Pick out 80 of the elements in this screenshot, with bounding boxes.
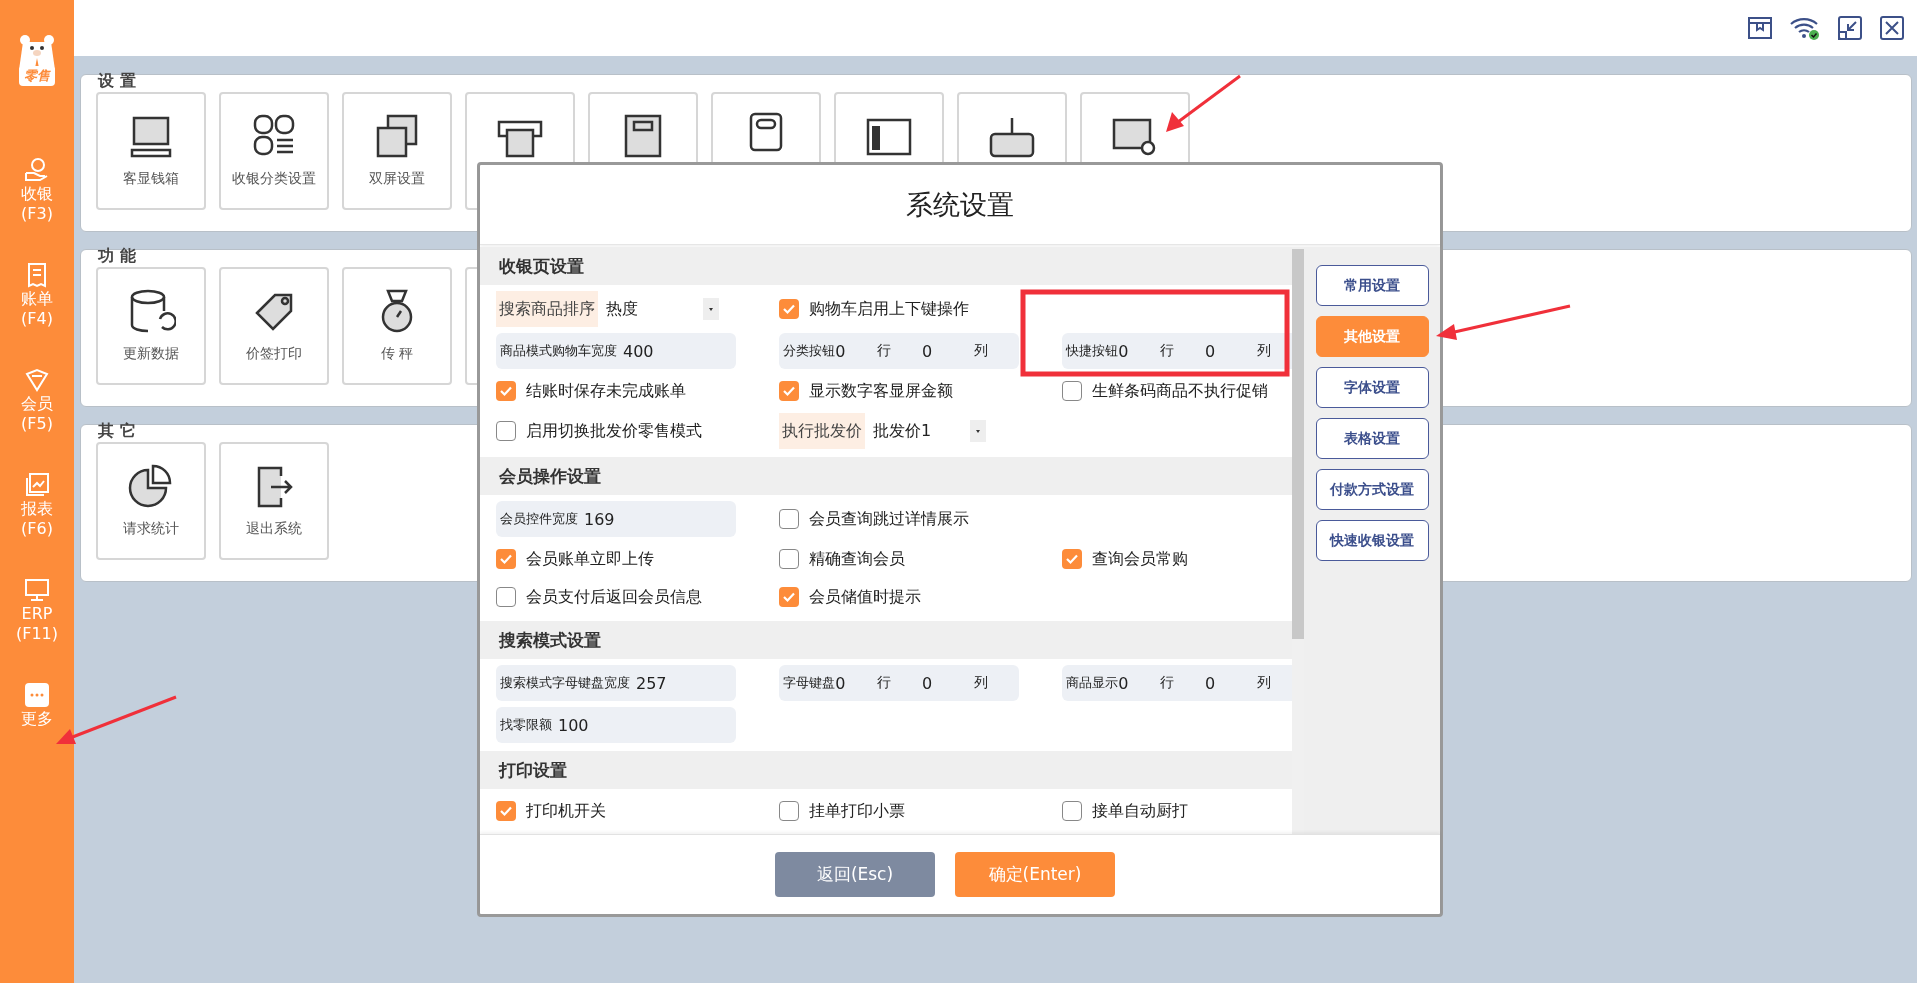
checkbox[interactable] <box>496 801 516 821</box>
box-icon[interactable] <box>1747 16 1773 40</box>
wifi-icon[interactable] <box>1789 16 1821 40</box>
tile[interactable]: 双屏设置 <box>342 92 452 210</box>
settings-tab[interactable]: 表格设置 <box>1315 418 1429 459</box>
section-header: 打印设置 <box>480 751 1292 789</box>
checkbox[interactable] <box>496 587 516 607</box>
checkbox[interactable] <box>779 549 799 569</box>
select-value[interactable]: 热度 <box>598 298 703 320</box>
checkbox-label: 会员查询跳过详情展示 <box>809 508 969 530</box>
tile[interactable]: 传 秤 <box>342 267 452 385</box>
checkbox-label: 会员账单立即上传 <box>526 548 654 570</box>
checkbox-label: 生鲜条码商品不执行促销 <box>1092 380 1268 402</box>
checkbox[interactable] <box>779 801 799 821</box>
checkbox[interactable] <box>496 549 516 569</box>
number-field[interactable]: 找零限额 100 <box>496 707 736 743</box>
select-label: 执行批发价 <box>779 413 865 449</box>
select-label: 搜索商品排序 <box>496 291 598 327</box>
checkbox-label: 启用切换批发价零售模式 <box>526 420 702 442</box>
grid-size-field[interactable]: 分类按钮0 行 0 列 <box>779 333 1019 369</box>
panel-title: 功 能 <box>98 246 136 266</box>
checkbox[interactable] <box>779 299 799 319</box>
select-value[interactable]: 批发价1 <box>865 420 970 442</box>
logo-text: 零售 <box>19 66 55 86</box>
checkbox-label: 打印机开关 <box>526 800 606 822</box>
checkmark-icon <box>499 552 513 566</box>
section-header: 会员操作设置 <box>480 457 1292 495</box>
monitor-icon <box>23 576 51 604</box>
tile[interactable]: 价签打印 <box>219 267 329 385</box>
checkbox-label: 接单自动厨打 <box>1092 800 1188 822</box>
dialog-title: 系统设置 <box>906 187 1014 222</box>
checkbox-label: 精确查询会员 <box>809 548 905 570</box>
settings-tab[interactable]: 快速收银设置 <box>1315 520 1429 561</box>
checkmark-icon <box>499 804 513 818</box>
checkmark-icon <box>782 384 796 398</box>
checkbox[interactable] <box>496 421 516 441</box>
section-header: 搜索模式设置 <box>480 621 1292 659</box>
checkbox-label: 会员支付后返回会员信息 <box>526 586 702 608</box>
settings-tab[interactable]: 付款方式设置 <box>1315 469 1429 510</box>
number-field[interactable]: 搜索模式字母键盘宽度 257 <box>496 665 736 701</box>
checkbox-label: 显示数字客显屏金额 <box>809 380 953 402</box>
scrollbar[interactable] <box>1292 247 1304 834</box>
chart-icon <box>23 471 51 499</box>
number-field[interactable]: 商品模式购物车宽度 400 <box>496 333 736 369</box>
number-field[interactable]: 会员控件宽度 169 <box>496 501 736 537</box>
checkbox[interactable] <box>779 587 799 607</box>
badge-icon <box>23 366 51 394</box>
checkmark-icon <box>782 590 796 604</box>
tile[interactable]: 退出系统 <box>219 442 329 560</box>
checkmark-icon <box>1065 552 1079 566</box>
dropdown-caret-icon[interactable] <box>970 420 986 442</box>
checkmark-icon <box>782 302 796 316</box>
checkmark-icon <box>499 384 513 398</box>
checkbox-label: 结账时保存未完成账单 <box>526 380 686 402</box>
checkbox[interactable] <box>779 509 799 529</box>
dropdown-caret-icon[interactable] <box>703 298 719 320</box>
checkbox-label: 查询会员常购 <box>1092 548 1188 570</box>
tile[interactable]: 更新数据 <box>96 267 206 385</box>
panel-title: 设 置 <box>98 71 136 91</box>
grid-size-field[interactable]: 字母键盘0 行 0 列 <box>779 665 1019 701</box>
close-icon[interactable] <box>1879 15 1905 41</box>
grid-size-field[interactable]: 快捷按钮0 行 0 列 <box>1062 333 1292 369</box>
tile[interactable]: 客显钱箱 <box>96 92 206 210</box>
settings-tab[interactable]: 常用设置 <box>1315 265 1429 306</box>
settings-tab[interactable]: 字体设置 <box>1315 367 1429 408</box>
checkbox[interactable] <box>1062 801 1082 821</box>
minimize-icon[interactable] <box>1837 15 1863 41</box>
panel-title: 其 它 <box>98 421 136 441</box>
checkbox-label: 挂单打印小票 <box>809 800 905 822</box>
checkbox[interactable] <box>1062 381 1082 401</box>
tile[interactable]: 收银分类设置 <box>219 92 329 210</box>
more-icon <box>23 681 51 709</box>
checkbox-label: 购物车启用上下键操作 <box>809 298 969 320</box>
checkbox[interactable] <box>496 381 516 401</box>
grid-size-field[interactable]: 商品显示0 行 0 列 <box>1062 665 1292 701</box>
checkbox-label: 会员储值时提示 <box>809 586 921 608</box>
tile[interactable]: 请求统计 <box>96 442 206 560</box>
section-header: 收银页设置 <box>480 247 1292 285</box>
checkbox[interactable] <box>1062 549 1082 569</box>
checkbox[interactable] <box>779 381 799 401</box>
